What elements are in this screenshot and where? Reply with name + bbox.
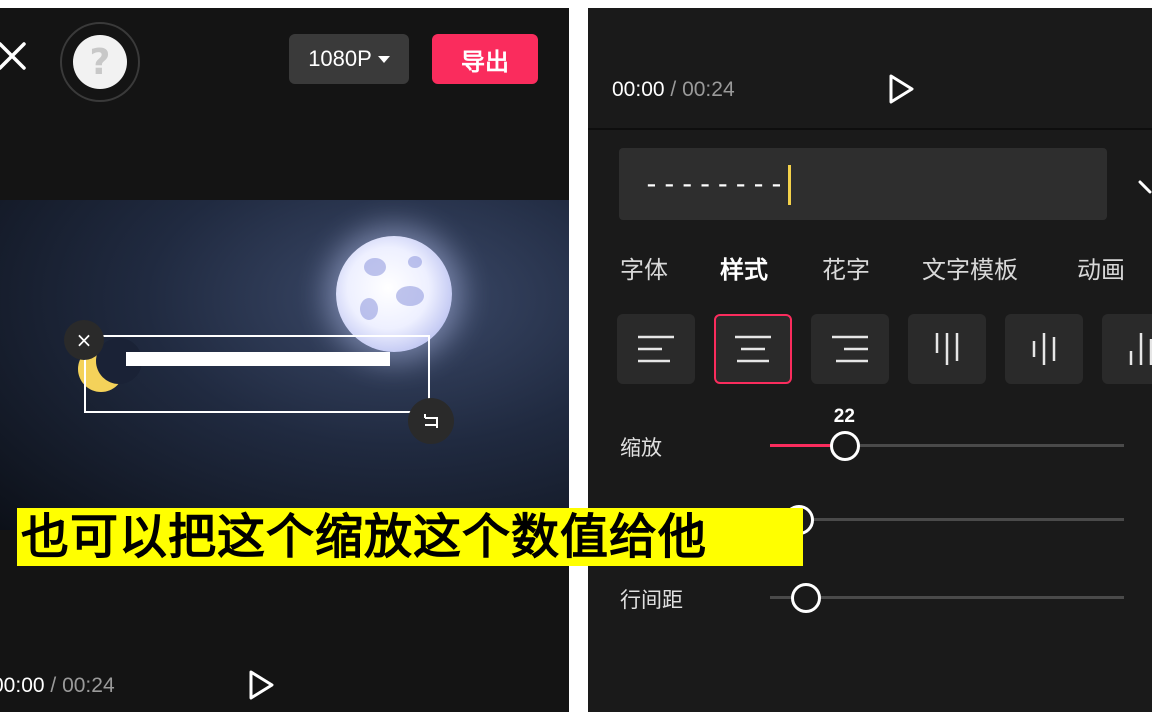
scale-label: 缩放 — [620, 436, 662, 460]
help-button[interactable]: ? — [60, 22, 140, 102]
align-left-icon — [638, 335, 674, 363]
resolution-label: 1080P — [308, 46, 372, 71]
line-spacing-slider-thumb[interactable] — [791, 583, 822, 613]
play-icon[interactable] — [244, 668, 278, 702]
vertical-top-button[interactable] — [908, 314, 986, 384]
vertical-bottom-button[interactable] — [1102, 314, 1152, 384]
help-icon: ? — [73, 35, 127, 89]
align-right-icon — [832, 335, 868, 363]
confirm-check-icon[interactable] — [1136, 168, 1152, 198]
scale-slider-thumb[interactable] — [830, 431, 861, 461]
video-subtitle-caption: 也可以把这个缩放这个数值给他 — [17, 508, 803, 566]
resolution-dropdown[interactable]: 1080P — [289, 34, 409, 84]
tab-style[interactable]: 样式 — [720, 250, 768, 285]
align-right-button[interactable] — [811, 314, 889, 384]
align-center-button[interactable] — [714, 314, 792, 384]
tab-animation[interactable]: 动画 — [1077, 250, 1125, 285]
close-icon[interactable] — [0, 38, 34, 78]
scale-slider-row: 缩放 22 — [588, 406, 1152, 466]
align-center-icon — [735, 335, 771, 363]
text-style-panel: 00:00 / 00:24 -------- 字体 样式 花字 文字模板 动画 — [588, 8, 1152, 712]
vertical-center-icon — [1032, 333, 1056, 365]
line-spacing-label: 行间距 — [620, 588, 683, 612]
vertical-center-button[interactable] — [1005, 314, 1083, 384]
line-spacing-slider-track[interactable] — [770, 583, 1124, 613]
alignment-options — [588, 314, 1152, 386]
tab-font[interactable]: 字体 — [620, 250, 668, 285]
text-input-field[interactable]: -------- — [619, 148, 1107, 220]
vertical-top-icon — [935, 333, 959, 365]
tab-text-template[interactable]: 文字模板 — [922, 250, 1018, 285]
editor-preview-panel: ? 1080P 导出 × 00:00 / 00:24 — [0, 8, 569, 712]
spacing-slider-track[interactable] — [770, 505, 1124, 535]
rotate-icon — [424, 414, 438, 428]
vertical-bottom-icon — [1129, 333, 1152, 365]
align-left-button[interactable] — [617, 314, 695, 384]
text-selection-box[interactable] — [84, 335, 430, 413]
video-preview[interactable]: × — [0, 200, 569, 530]
scale-slider-track[interactable]: 22 — [770, 406, 1124, 461]
playback-time: 00:00 / 00:24 — [612, 78, 735, 101]
tab-fancy-text[interactable]: 花字 — [822, 250, 870, 285]
text-layer-content — [126, 352, 390, 366]
divider — [588, 128, 1152, 130]
line-spacing-slider-row: 行间距 — [588, 578, 1152, 618]
play-icon[interactable] — [884, 72, 918, 106]
rotate-scale-handle[interactable] — [408, 398, 454, 444]
export-button[interactable]: 导出 — [432, 34, 538, 84]
text-cursor — [787, 165, 791, 205]
scale-value: 22 — [833, 406, 855, 427]
playback-time: 00:00 / 00:24 — [0, 674, 115, 697]
caret-down-icon — [377, 55, 390, 63]
delete-text-button[interactable]: × — [64, 320, 104, 360]
